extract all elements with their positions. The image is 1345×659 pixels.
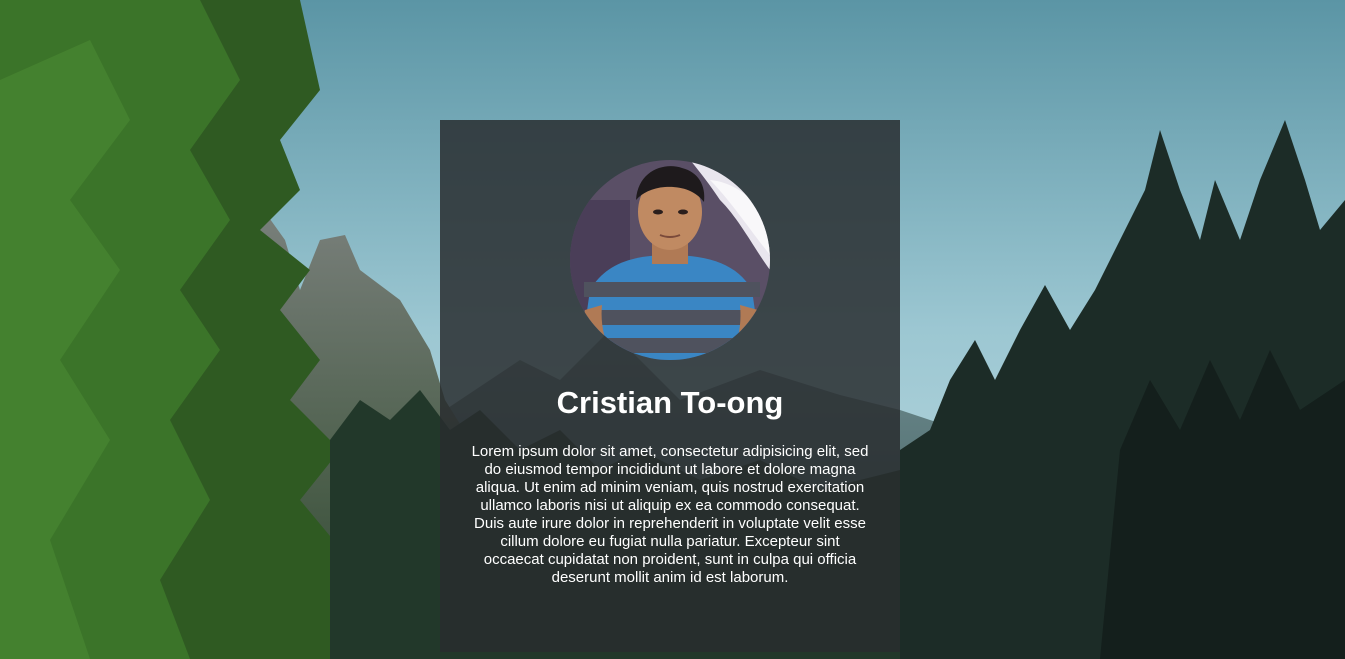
avatar-photo-icon xyxy=(570,160,770,360)
profile-avatar xyxy=(570,160,770,360)
profile-name: Cristian To-ong xyxy=(556,385,784,420)
profile-bio: Lorem ipsum dolor sit amet, consectetur … xyxy=(471,443,869,586)
page-background: Cristian To-ong Lorem ipsum dolor sit am… xyxy=(0,0,1345,659)
profile-card: Cristian To-ong Lorem ipsum dolor sit am… xyxy=(440,120,900,652)
